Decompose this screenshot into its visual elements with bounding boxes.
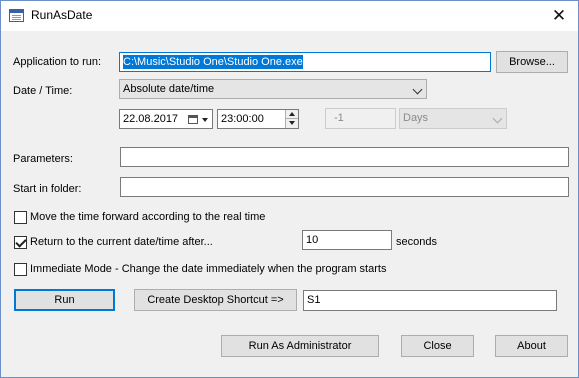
date-mode-selected: Absolute date/time (123, 83, 215, 95)
immediate-mode-checkbox[interactable] (14, 263, 27, 276)
start-folder-input[interactable] (120, 177, 569, 197)
date-time-label: Date / Time: (13, 85, 73, 97)
parameters-input[interactable] (120, 147, 569, 167)
browse-button[interactable]: Browse... (496, 51, 568, 73)
move-forward-checkbox[interactable] (14, 211, 27, 224)
spinner-arrows-icon[interactable] (285, 110, 298, 128)
chevron-down-icon (492, 113, 503, 124)
offset-value: -1 (334, 112, 344, 124)
shortcut-name-input[interactable]: S1 (303, 290, 557, 311)
date-dropdown-arrow-icon (202, 118, 208, 122)
app-window-icon (9, 9, 24, 22)
about-button[interactable]: About (495, 335, 568, 357)
offset-unit-select[interactable]: Days (399, 108, 507, 129)
immediate-mode-label: Immediate Mode - Change the date immedia… (30, 263, 387, 275)
application-path-input[interactable]: C:\Music\Studio One\Studio One.exe (119, 52, 491, 72)
spin-up-icon (289, 112, 295, 116)
close-window-icon[interactable]: ✕ (541, 3, 577, 29)
run-as-administrator-button[interactable]: Run As Administrator (221, 335, 379, 357)
create-shortcut-button[interactable]: Create Desktop Shortcut => (134, 289, 297, 311)
date-value: 22.08.2017 (123, 113, 179, 125)
move-forward-label: Move the time forward according to the r… (30, 211, 266, 223)
application-path-text: C:\Music\Studio One\Studio One.exe (123, 55, 303, 69)
window-title: RunAsDate (31, 8, 93, 22)
application-label: Application to run: (13, 56, 102, 68)
run-button[interactable]: Run (14, 289, 115, 311)
start-folder-label: Start in folder: (13, 183, 82, 195)
return-after-checkbox[interactable] (14, 236, 27, 249)
shortcut-name-value: S1 (307, 294, 321, 306)
parameters-label: Parameters: (13, 153, 73, 165)
seconds-input[interactable]: 10 (302, 230, 392, 250)
time-value: 23:00:00 (221, 113, 264, 125)
date-picker[interactable]: 22.08.2017 (119, 109, 213, 129)
spin-down-icon (289, 121, 295, 125)
offset-unit-selected: Days (403, 112, 429, 124)
calendar-icon (188, 115, 198, 124)
return-after-label: Return to the current date/time after... (30, 236, 213, 248)
title-bar[interactable]: RunAsDate ✕ (1, 1, 578, 31)
date-mode-select[interactable]: Absolute date/time (119, 79, 427, 99)
seconds-value: 10 (306, 234, 319, 246)
offset-input[interactable]: -1 (325, 108, 396, 129)
time-picker[interactable]: 23:00:00 (217, 109, 299, 129)
runasdate-window: RunAsDate ✕ Application to run: C:\Music… (0, 0, 579, 378)
chevron-down-icon (412, 84, 423, 95)
close-button[interactable]: Close (401, 335, 474, 357)
seconds-unit-label: seconds (396, 236, 437, 248)
